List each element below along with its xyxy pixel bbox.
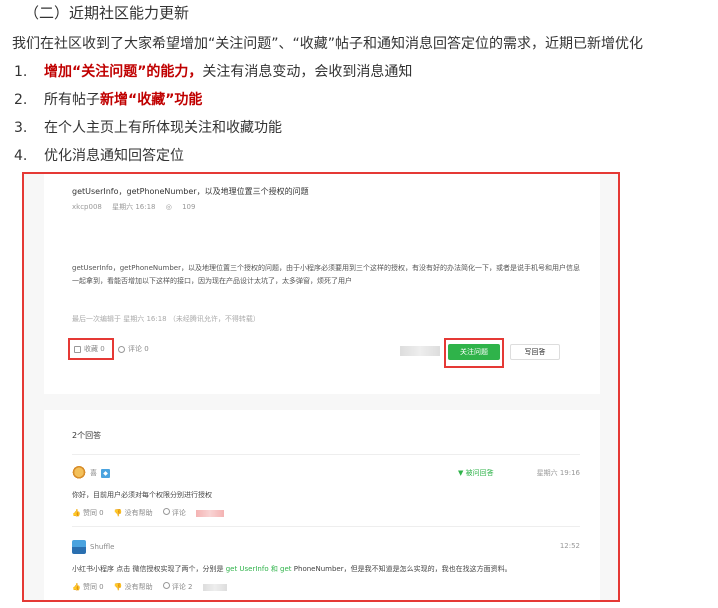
divider [72,454,580,455]
avatar[interactable] [72,466,86,480]
unhelpful-label: 没有帮助 [124,583,153,591]
thumbs-up-icon: 👍 [72,509,81,517]
list-strong-text: 增加“关注问题”的能力， [44,64,203,80]
accepted-answer-badge: ▼ 被问回答 [458,469,494,477]
answer-actions: 👍 赞同 0 👎 没有帮助 评论 [72,508,224,518]
comment-button[interactable]: 评论 2 [162,582,193,592]
answer-author[interactable]: Shuffle [90,543,114,551]
eye-icon: ◎ [165,203,172,211]
comment-label: 评论 0 [128,345,149,353]
like-label: 赞同 0 [82,583,104,591]
thumbs-up-icon: 👍 [72,583,81,591]
answer-text-part: 小红书小程序 点击 微信授权实现了两个，分别是 [72,565,226,573]
comment-icon [162,508,170,515]
list-item: 1. 增加“关注问题”的能力，关注有消息变动，会收到消息通知 [14,61,412,81]
list-number: 3. [14,120,28,136]
answer-text-highlight: get UserInfo 和 get [225,565,292,573]
answer-item: 喜 ◆ ▼ 被问回答 星期六 19:16 你好，目前用户必须对每个权限分别进行授… [72,466,580,528]
unhelpful-label: 没有帮助 [124,509,153,517]
view-count: ◎ 109 [166,203,204,211]
unhelpful-button[interactable]: 👎 没有帮助 [114,582,153,592]
question-card: getUserInfo，getPhoneNumber，以及地理位置三个授权的问题… [44,174,600,394]
answer-count: 2个回答 [72,431,102,440]
post-time: 星期六 16:18 [112,203,156,211]
blurred-avatars [400,346,440,356]
answer-author[interactable]: 喜 [90,468,97,478]
question-title[interactable]: getUserInfo，getPhoneNumber，以及地理位置三个授权的问题 [72,186,309,197]
comment-icon [162,582,170,589]
level-badge-icon: ◆ [101,468,110,478]
embedded-screenshot: getUserInfo，getPhoneNumber，以及地理位置三个授权的问题… [22,172,620,602]
author-name[interactable]: xkcp008 [72,203,102,211]
answer-text: 小红书小程序 点击 微信授权实现了两个，分别是 get UserInfo 和 g… [72,564,512,574]
list-text: 在个人主页上有所体现关注和收藏功能 [44,120,282,136]
answer-item: Shuffle 12:52 小红书小程序 点击 微信授权实现了两个，分别是 ge… [72,540,580,600]
list-strong-text: 新增“收藏”功能 [100,92,203,108]
divider [72,526,580,527]
thumbs-down-icon: 👎 [113,509,123,517]
list-text: 关注有消息变动，会收到消息通知 [202,64,413,80]
highlight-box [444,338,504,368]
thumbs-down-icon: 👎 [113,583,123,591]
blurred-text [195,509,224,517]
section-heading: （二）近期社区能力更新 [24,4,190,22]
highlight-box [68,338,114,360]
list-text: 所有帖子 [44,92,100,108]
last-edit-note: 最后一次编辑于 星期六 16:18 （未经腾讯允许，不得转载） [72,315,260,323]
answer-text: 你好，目前用户必须对每个权限分别进行授权 [72,491,212,499]
list-item: 4. 优化消息通知回答定位 [14,145,184,165]
comment-label: 评论 2 [171,583,193,591]
unhelpful-button[interactable]: 👎 没有帮助 [114,508,153,518]
answer-text-part: PhoneNumber，但是我不知道是怎么实现的，我也在找这方面资料。 [291,565,512,573]
comment-label: 评论 [171,509,186,517]
list-item: 2. 所有帖子新增“收藏”功能 [14,89,202,109]
answer-actions: 👍 赞同 0 👎 没有帮助 评论 2 [72,582,227,592]
like-button[interactable]: 👍 赞同 0 [72,508,104,518]
avatar[interactable] [72,540,86,554]
comment-button[interactable]: 评论 [162,508,186,518]
question-meta: xkcp008 星期六 16:18 ◎ 109 [72,202,211,212]
comment-icon [118,345,125,353]
list-number: 1. [14,64,28,80]
list-number: 2. [14,92,28,108]
comment-button[interactable]: 评论 0 [118,344,149,354]
answer-time: 星期六 19:16 [536,469,580,477]
write-answer-button[interactable]: 写回答 [510,344,560,360]
view-count-value: 109 [182,203,196,211]
list-item: 3. 在个人主页上有所体现关注和收藏功能 [14,117,282,137]
answer-header: Shuffle [72,540,114,554]
list-number: 4. [14,148,28,164]
intro-paragraph: 我们在社区收到了大家希望增加“关注问题”、“收藏”帖子和通知消息回答定位的需求，… [12,36,644,52]
like-button[interactable]: 👍 赞同 0 [72,582,104,592]
answers-section: 2个回答 喜 ◆ ▼ 被问回答 星期六 19:16 你好，目前用户必须对每个权限… [44,410,600,600]
question-body: getUserInfo，getPhoneNumber，以及地理位置三个授权的问题… [72,264,580,285]
like-label: 赞同 0 [82,509,104,517]
answer-header: 喜 ◆ [72,466,110,480]
blurred-text [202,583,227,591]
list-text: 优化消息通知回答定位 [44,148,184,164]
answer-time: 12:52 [559,542,580,550]
